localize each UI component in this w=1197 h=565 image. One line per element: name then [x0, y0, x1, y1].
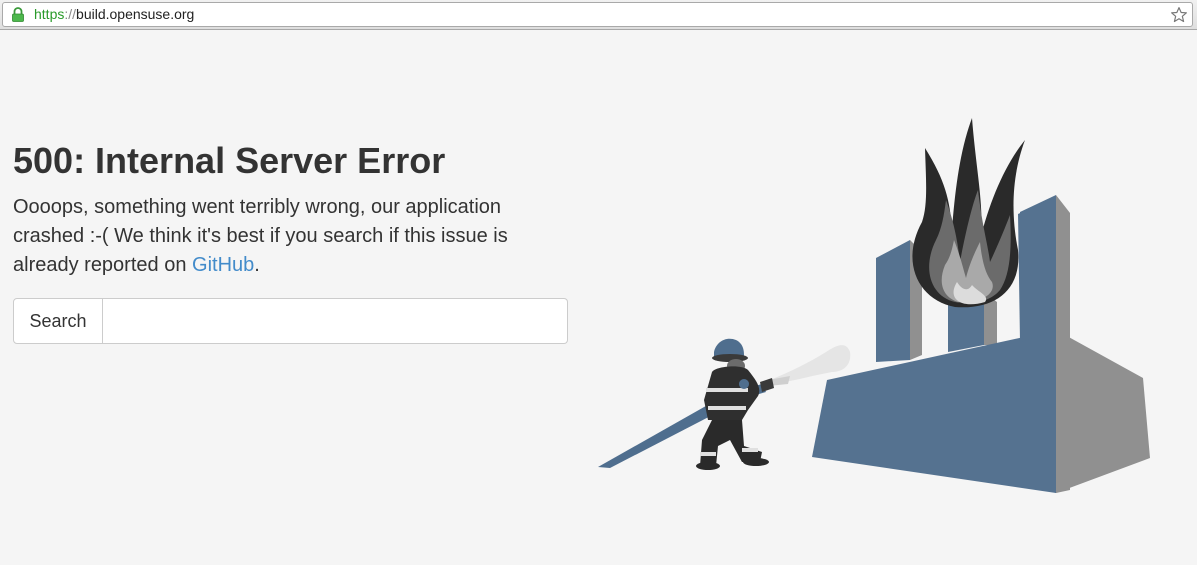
- search-group: Search: [13, 298, 568, 344]
- error-message: Oooops, something went terribly wrong, o…: [13, 193, 553, 280]
- firefighter-illustration: [598, 118, 1150, 493]
- error-message-end: .: [254, 254, 260, 276]
- error-message-text: Oooops, something went terribly wrong, o…: [13, 196, 508, 276]
- flame: [912, 118, 1025, 308]
- github-link[interactable]: GitHub: [192, 254, 254, 276]
- search-button[interactable]: Search: [13, 298, 103, 344]
- address-bar[interactable]: https://build.opensuse.org: [2, 2, 1193, 27]
- browser-toolbar: https://build.opensuse.org: [0, 0, 1197, 30]
- search-input[interactable]: [103, 298, 568, 344]
- page-title: 500: Internal Server Error: [13, 140, 446, 181]
- lock-icon: [12, 7, 24, 22]
- firefighter: [696, 338, 769, 470]
- url-separator: ://: [64, 6, 77, 22]
- url-text[interactable]: https://build.opensuse.org: [34, 3, 194, 26]
- url-scheme: https: [34, 6, 65, 22]
- url-host: build.opensuse.org: [76, 6, 195, 22]
- star-icon[interactable]: [1170, 6, 1188, 24]
